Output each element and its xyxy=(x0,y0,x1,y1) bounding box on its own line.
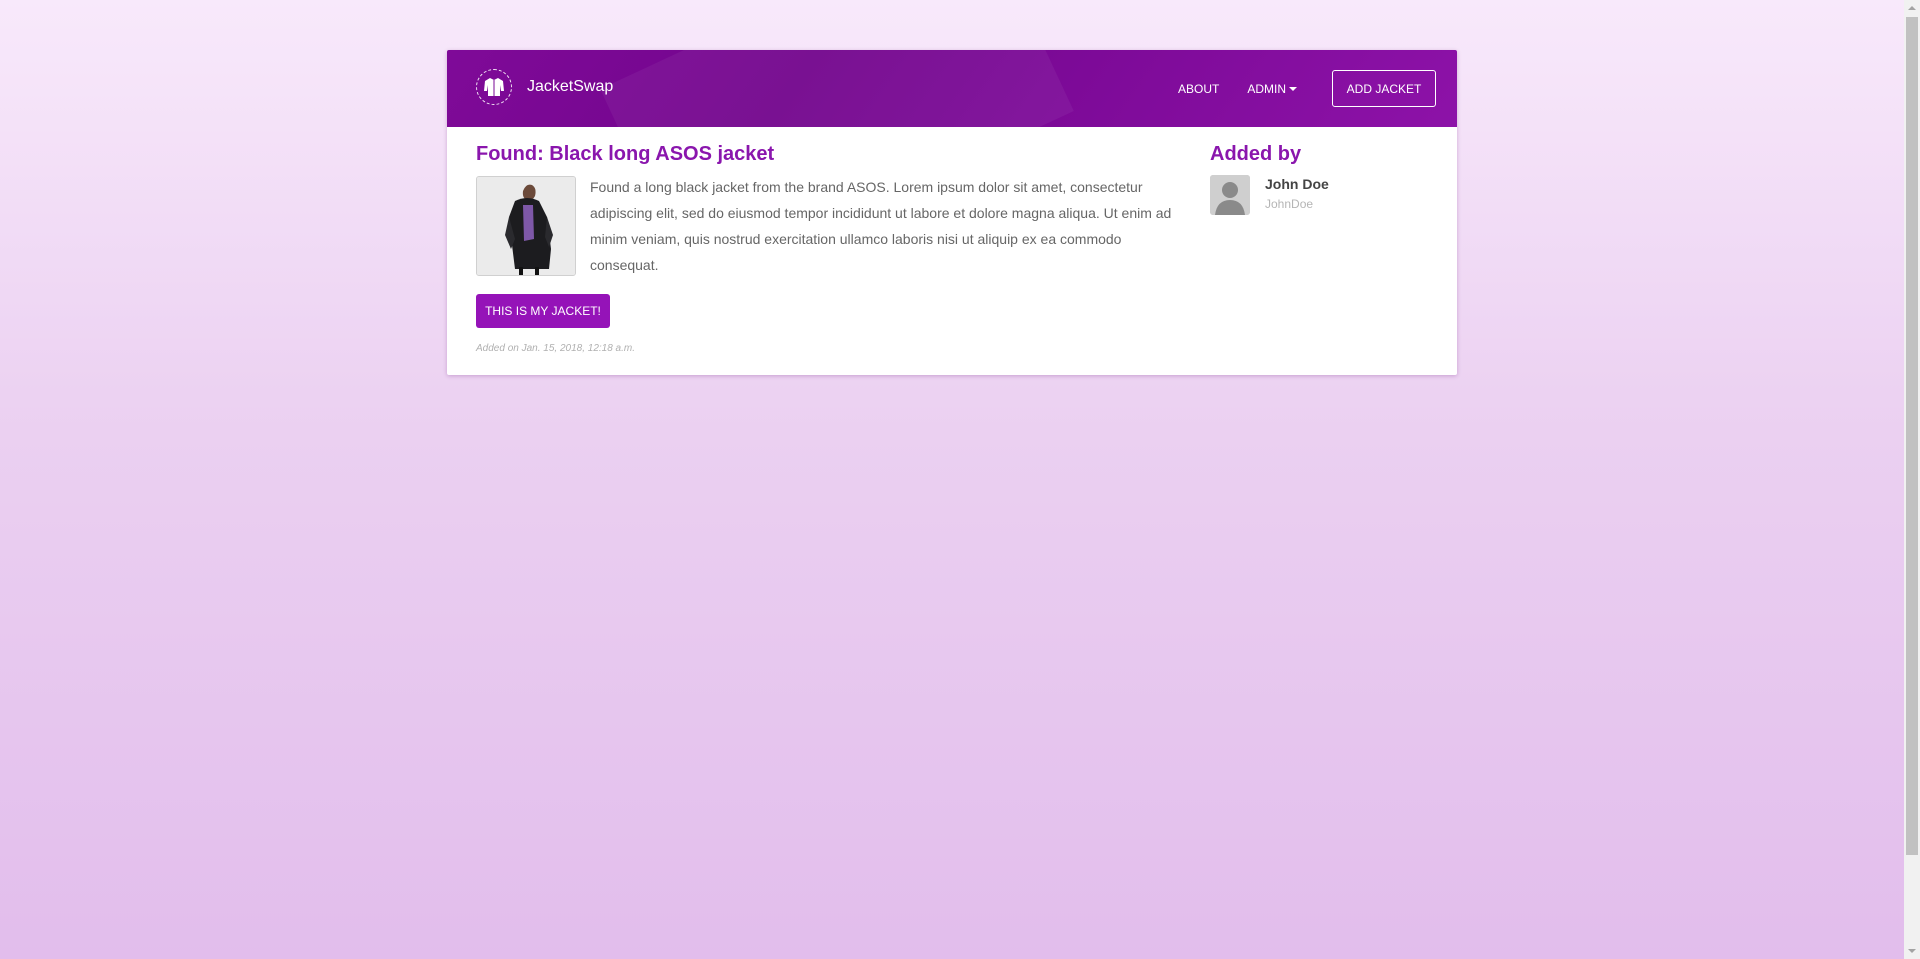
nav-admin-label: ADMIN xyxy=(1247,81,1286,96)
jacket-photo[interactable] xyxy=(476,176,576,276)
added-by-title: Added by xyxy=(1210,143,1302,165)
scrollbar-thumb[interactable] xyxy=(1906,17,1918,855)
brand-name: JacketSwap xyxy=(527,78,614,95)
item-title: Found: Black long ASOS jacket xyxy=(476,143,775,165)
nav-about[interactable]: ABOUT xyxy=(1178,82,1219,96)
user-silhouette-icon xyxy=(1210,175,1250,215)
avatar xyxy=(1210,175,1250,215)
item-body: Found a long black jacket from the brand… xyxy=(476,176,1186,278)
nav-links: ABOUT ADMIN ADD JACKET xyxy=(1150,70,1436,107)
user-card[interactable]: John Doe JohnDoe xyxy=(1210,175,1430,215)
claim-jacket-button[interactable]: THIS IS MY JACKET! xyxy=(476,294,610,328)
added-on-timestamp: Added on Jan. 15, 2018, 12:18 a.m. xyxy=(476,343,636,354)
jacket-icon xyxy=(476,69,512,105)
user-info: John Doe JohnDoe xyxy=(1265,176,1329,215)
caret-down-icon xyxy=(1289,86,1297,91)
vertical-scrollbar[interactable] xyxy=(1904,0,1920,959)
navbar: JacketSwap ABOUT ADMIN ADD JACKET xyxy=(447,50,1457,127)
item-description: Found a long black jacket from the brand… xyxy=(590,179,1172,273)
brand-link[interactable]: JacketSwap xyxy=(476,69,613,105)
user-handle: JohnDoe xyxy=(1265,197,1314,211)
jacket-card: JacketSwap ABOUT ADMIN ADD JACKET Found:… xyxy=(447,50,1457,375)
nav-admin-dropdown[interactable]: ADMIN xyxy=(1247,82,1297,96)
scroll-up-arrow-icon[interactable] xyxy=(1904,0,1920,16)
item-details: Found: Black long ASOS jacket Found a lo… xyxy=(476,142,1186,354)
scroll-down-arrow-icon[interactable] xyxy=(1904,943,1920,959)
added-by-panel: Added by John Doe JohnDoe xyxy=(1210,142,1430,215)
add-jacket-button[interactable]: ADD JACKET xyxy=(1332,70,1436,107)
page-viewport: JacketSwap ABOUT ADMIN ADD JACKET Found:… xyxy=(0,0,1904,959)
user-name[interactable]: John Doe xyxy=(1265,176,1329,192)
